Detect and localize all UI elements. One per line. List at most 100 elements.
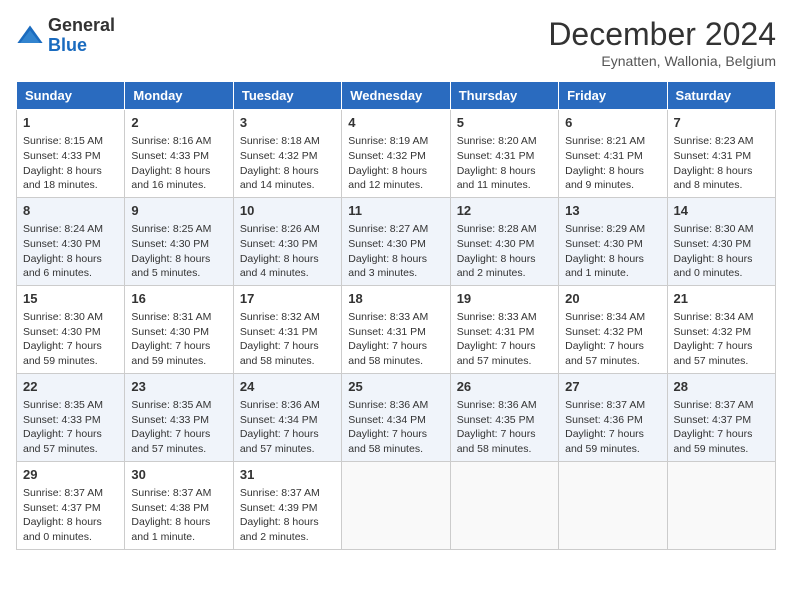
day-info: and 3 minutes. [348,266,443,281]
day-info: Sunset: 4:39 PM [240,501,335,516]
day-info: Sunrise: 8:24 AM [23,222,118,237]
day-info: Daylight: 7 hours [674,427,769,442]
calendar-cell: 30Sunrise: 8:37 AMSunset: 4:38 PMDayligh… [125,461,233,549]
day-info: and 58 minutes. [348,354,443,369]
day-info: Sunrise: 8:27 AM [348,222,443,237]
calendar-cell: 2Sunrise: 8:16 AMSunset: 4:33 PMDaylight… [125,110,233,198]
day-info: Sunset: 4:37 PM [674,413,769,428]
day-number: 29 [23,466,118,484]
calendar-cell [342,461,450,549]
calendar-cell: 9 Sunrise: 8:25 AMSunset: 4:30 PMDaylight… [125,197,233,285]
day-number: 10 [240,202,335,220]
day-info: Sunset: 4:33 PM [23,149,118,164]
calendar-cell: 14 Sunrise: 8:30 AMSunset: 4:30 PMDayligh… [667,197,775,285]
month-title: December 2024 [548,16,776,53]
calendar-cell: 25Sunrise: 8:36 AMSunset: 4:34 PMDayligh… [342,373,450,461]
day-info: Sunset: 4:31 PM [457,149,552,164]
day-info: Sunrise: 8:30 AM [23,310,118,325]
calendar-body: 1Sunrise: 8:15 AMSunset: 4:33 PMDaylight… [17,110,776,550]
day-info: Sunset: 4:31 PM [457,325,552,340]
day-info: Sunset: 4:30 PM [457,237,552,252]
day-info: Sunrise: 8:25 AM [131,222,226,237]
day-info: Daylight: 8 hours [674,252,769,267]
calendar-cell [450,461,558,549]
day-info: Sunset: 4:31 PM [240,325,335,340]
day-info: and 11 minutes. [457,178,552,193]
day-info: Sunset: 4:30 PM [240,237,335,252]
day-info: Sunrise: 8:36 AM [240,398,335,413]
day-info: Sunrise: 8:37 AM [23,486,118,501]
day-info: Sunrise: 8:33 AM [457,310,552,325]
calendar-week-4: 22Sunrise: 8:35 AMSunset: 4:33 PMDayligh… [17,373,776,461]
title-block: December 2024 Eynatten, Wallonia, Belgiu… [548,16,776,69]
day-number: 15 [23,290,118,308]
day-info: Daylight: 7 hours [565,339,660,354]
day-info: Daylight: 7 hours [348,427,443,442]
day-number: 7 [674,114,769,132]
day-info: and 59 minutes. [674,442,769,457]
calendar-week-2: 8Sunrise: 8:24 AMSunset: 4:30 PMDaylight… [17,197,776,285]
calendar-week-3: 15Sunrise: 8:30 AMSunset: 4:30 PMDayligh… [17,285,776,373]
day-info: Daylight: 8 hours [23,515,118,530]
day-info: Daylight: 7 hours [565,427,660,442]
calendar-cell: 23Sunrise: 8:35 AMSunset: 4:33 PMDayligh… [125,373,233,461]
day-info: and 9 minutes. [565,178,660,193]
calendar-cell: 31Sunrise: 8:37 AMSunset: 4:39 PMDayligh… [233,461,341,549]
day-info: and 58 minutes. [457,442,552,457]
day-info: Daylight: 7 hours [23,427,118,442]
day-info: and 57 minutes. [674,354,769,369]
day-info: Sunrise: 8:15 AM [23,134,118,149]
day-number: 24 [240,378,335,396]
day-number: 25 [348,378,443,396]
day-info: Daylight: 7 hours [240,427,335,442]
day-header-saturday: Saturday [667,82,775,110]
day-info: Daylight: 7 hours [23,339,118,354]
day-number: 30 [131,466,226,484]
day-info: and 59 minutes. [131,354,226,369]
day-info: and 57 minutes. [131,442,226,457]
logo-icon [16,22,44,50]
day-info: Sunrise: 8:36 AM [457,398,552,413]
day-info: and 59 minutes. [23,354,118,369]
day-info: Daylight: 8 hours [674,164,769,179]
day-info: Sunrise: 8:16 AM [131,134,226,149]
location: Eynatten, Wallonia, Belgium [548,53,776,69]
day-info: and 57 minutes. [23,442,118,457]
day-number: 14 [674,202,769,220]
day-info: and 58 minutes. [240,354,335,369]
day-info: and 18 minutes. [23,178,118,193]
day-info: Sunset: 4:33 PM [131,413,226,428]
calendar-cell: 29Sunrise: 8:37 AMSunset: 4:37 PMDayligh… [17,461,125,549]
day-info: Sunrise: 8:20 AM [457,134,552,149]
logo-blue: Blue [48,35,87,55]
day-info: Daylight: 8 hours [457,164,552,179]
day-number: 27 [565,378,660,396]
day-info: Sunset: 4:32 PM [240,149,335,164]
day-info: Sunset: 4:34 PM [240,413,335,428]
day-info: Daylight: 8 hours [240,164,335,179]
day-info: Sunrise: 8:33 AM [348,310,443,325]
day-info: Sunset: 4:30 PM [674,237,769,252]
calendar-cell: 7Sunrise: 8:23 AMSunset: 4:31 PMDaylight… [667,110,775,198]
day-info: Sunset: 4:30 PM [131,237,226,252]
day-info: Sunrise: 8:30 AM [674,222,769,237]
day-info: Daylight: 8 hours [348,164,443,179]
day-info: and 0 minutes. [674,266,769,281]
day-info: and 2 minutes. [240,530,335,545]
calendar-cell: 26Sunrise: 8:36 AMSunset: 4:35 PMDayligh… [450,373,558,461]
day-info: and 1 minute. [565,266,660,281]
day-info: Daylight: 8 hours [131,252,226,267]
day-info: Sunrise: 8:35 AM [131,398,226,413]
day-info: Sunrise: 8:28 AM [457,222,552,237]
calendar-cell: 15Sunrise: 8:30 AMSunset: 4:30 PMDayligh… [17,285,125,373]
day-info: Daylight: 8 hours [131,515,226,530]
day-info: and 1 minute. [131,530,226,545]
day-info: Sunrise: 8:37 AM [565,398,660,413]
day-header-tuesday: Tuesday [233,82,341,110]
day-number: 9 [131,202,226,220]
calendar-cell: 20Sunrise: 8:34 AMSunset: 4:32 PMDayligh… [559,285,667,373]
calendar-cell: 17Sunrise: 8:32 AMSunset: 4:31 PMDayligh… [233,285,341,373]
day-info: Daylight: 7 hours [348,339,443,354]
day-info: Sunset: 4:32 PM [565,325,660,340]
calendar-cell: 11Sunrise: 8:27 AMSunset: 4:30 PMDayligh… [342,197,450,285]
